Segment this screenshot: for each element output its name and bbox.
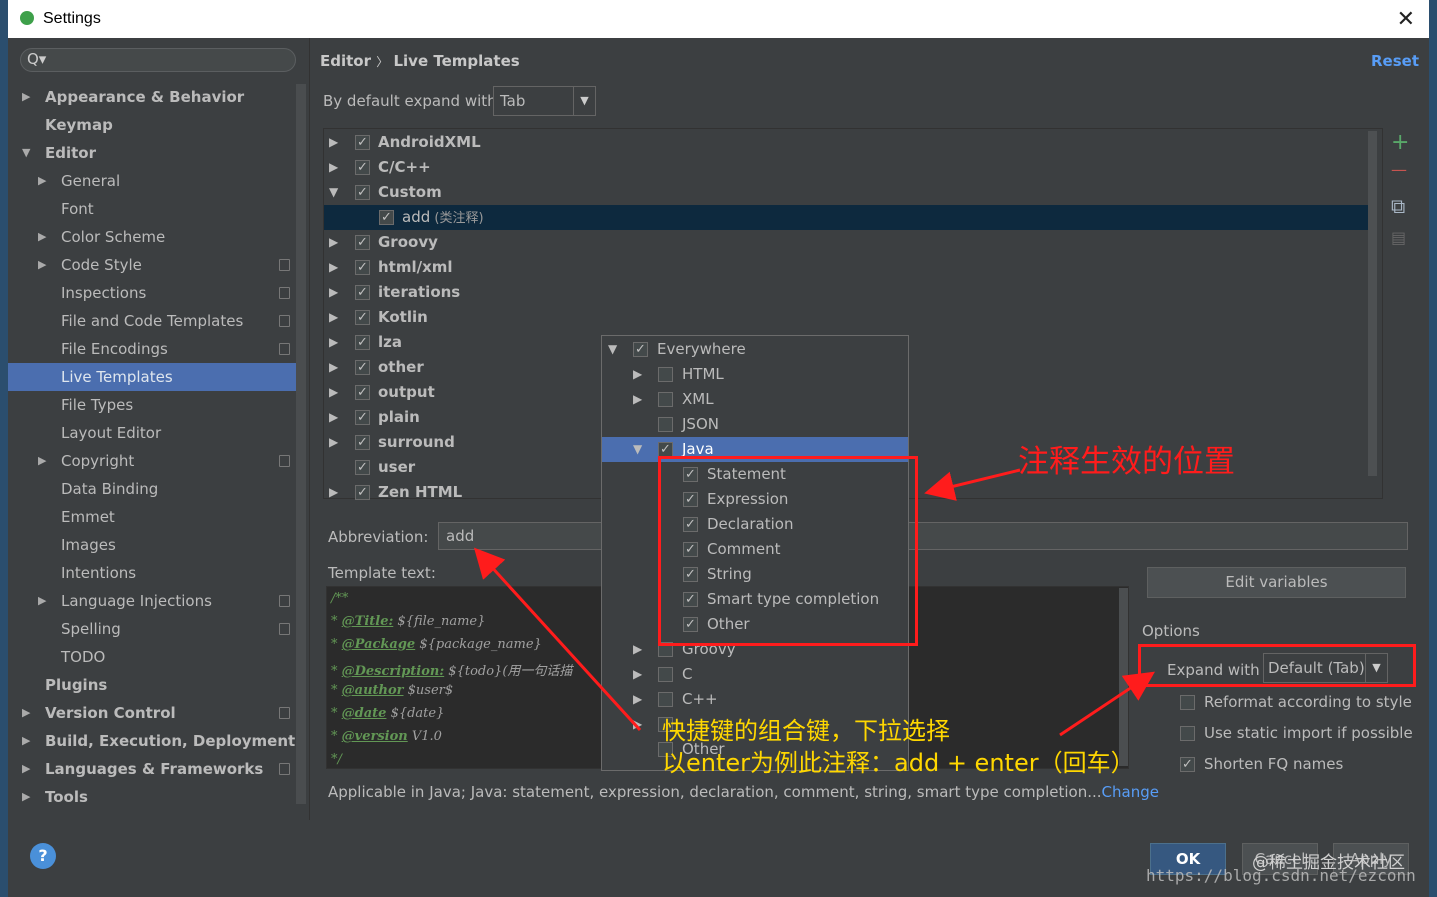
annotation-arrow-expand xyxy=(1059,671,1155,737)
annotation-position-note: 注释生效的位置 xyxy=(1018,444,1235,480)
annotation-shortcut-note-2: 以enter为例此注释：add + enter（回车） xyxy=(662,749,1135,777)
annotation-shortcut-note-1: 快捷键的组合键，下拉选择 xyxy=(662,717,950,745)
annotation-arrow-position xyxy=(924,468,1021,501)
annotation-arrow-abbreviation xyxy=(473,547,642,732)
